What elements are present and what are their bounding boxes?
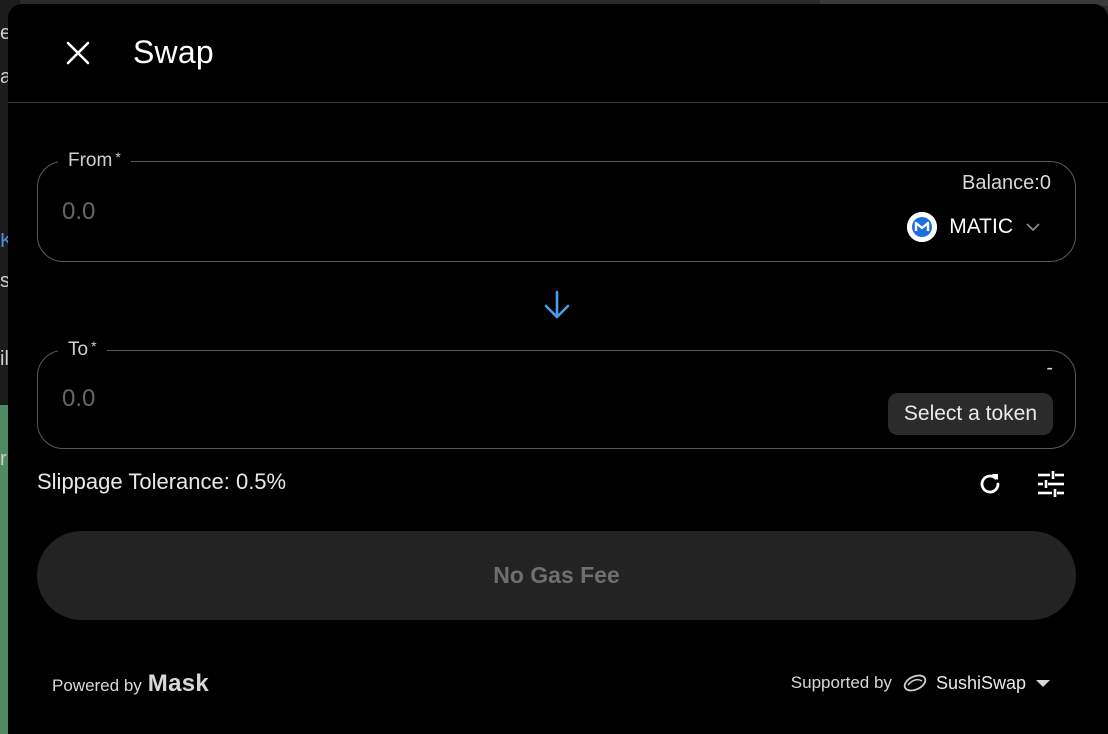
chevron-down-icon — [1026, 223, 1040, 232]
supported-by-text: Supported by — [790, 673, 892, 692]
from-token-name: MATIC — [949, 215, 1013, 238]
refresh-icon — [980, 474, 1000, 494]
matic-logo-icon — [907, 212, 938, 242]
from-label-text: From — [68, 150, 113, 171]
from-field: From* Balance:0 MATIC — [37, 149, 1076, 262]
to-amount-input[interactable] — [62, 385, 562, 413]
mask-brand: Mask — [147, 670, 210, 697]
to-label: To * — [58, 338, 107, 361]
caret-down-icon — [1036, 680, 1050, 687]
refresh-button[interactable] — [972, 466, 1008, 502]
required-mark: * — [115, 149, 121, 165]
sushiswap-logo-icon — [903, 674, 927, 692]
provider-name: SushiSwap — [935, 672, 1026, 693]
dialog-header: Swap — [8, 4, 1108, 103]
tune-icon — [1038, 471, 1064, 497]
to-label-text: To — [68, 339, 89, 360]
arrow-down-icon — [544, 290, 570, 319]
slippage-tolerance: Slippage Tolerance: 0.5% — [37, 469, 287, 494]
swap-direction-button[interactable] — [540, 288, 574, 322]
swap-dialog: Swap From* Balance:0 MATIC To* — [8, 4, 1108, 734]
from-amount-input[interactable] — [62, 198, 562, 226]
powered-by: Powered by Mask — [52, 670, 209, 698]
close-button[interactable] — [60, 35, 96, 71]
from-label: From * — [58, 149, 131, 172]
to-balance: - — [1046, 357, 1053, 379]
required-mark: * — [91, 338, 97, 354]
to-field: To* - Select a token — [37, 338, 1076, 449]
settings-button[interactable] — [1033, 466, 1069, 502]
supported-by: Supported by SushiSwap — [791, 672, 1052, 694]
from-token-select[interactable]: MATIC — [907, 210, 1041, 244]
from-balance: Balance:0 — [962, 172, 1051, 194]
swap-submit-button[interactable]: No Gas Fee — [37, 531, 1076, 620]
powered-by-text: Powered by — [52, 676, 142, 695]
background-text: r — [0, 448, 7, 470]
close-icon — [66, 41, 90, 65]
dialog-title: Swap — [133, 34, 214, 70]
select-token-button[interactable]: Select a token — [887, 393, 1053, 435]
provider-select[interactable]: SushiSwap — [902, 672, 1052, 694]
